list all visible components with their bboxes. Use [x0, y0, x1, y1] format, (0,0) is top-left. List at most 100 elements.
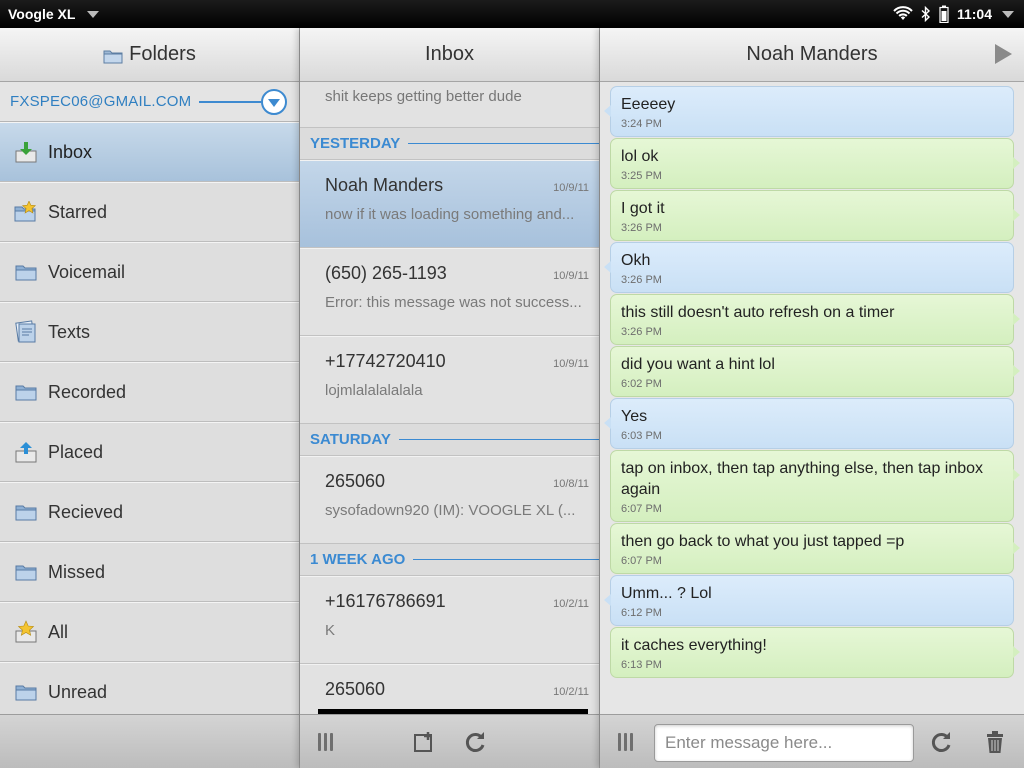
message-date: 10/9/11: [553, 182, 589, 194]
incoming-message-bubble[interactable]: Eeeeey 3:24 PM: [604, 86, 1014, 137]
message-text: Okh: [621, 252, 651, 269]
message-preview: K: [325, 622, 336, 639]
folder-icon: [14, 560, 38, 584]
folder-item-inbox[interactable]: Inbox: [0, 122, 299, 182]
message-list-item[interactable]: 265060 10/2/11: [300, 664, 599, 714]
date-divider: 1 WEEK AGO: [300, 544, 599, 576]
message-list-item[interactable]: 265060 10/8/11 sysofadown920 (IM): VOOGLE …: [300, 456, 599, 544]
message-date: 10/8/11: [553, 478, 589, 490]
message-list-item[interactable]: +16176786691 10/2/11 K: [300, 576, 599, 664]
message-preview: Error: this message was not success...: [325, 294, 582, 311]
folder-item-unread[interactable]: Unread: [0, 662, 299, 722]
message-time: 6:07 PM: [621, 503, 662, 515]
outgoing-message-bubble[interactable]: this still doesn't auto refresh on a tim…: [610, 294, 1020, 345]
folder-list: Inbox Starred Voicemail Texts Recorded Placed…: [0, 122, 299, 722]
refresh-icon: [931, 732, 951, 752]
inbox-pane: Inbox shit keeps getting better dude YES…: [300, 28, 600, 768]
outgoing-message-bubble[interactable]: tap on inbox, then tap anything else, th…: [610, 450, 1020, 522]
folder-label: Voicemail: [48, 261, 126, 282]
conversation-footer: [600, 714, 1024, 768]
message-list-item[interactable]: (650) 265-1193 10/9/11 Error: this message…: [300, 248, 599, 336]
folder-label: All: [48, 621, 69, 642]
message-time: 3:26 PM: [621, 326, 662, 338]
placed-icon: [14, 440, 38, 464]
bluetooth-icon: [921, 6, 931, 22]
message-sender: Noah Manders: [325, 175, 444, 195]
drag-handle[interactable]: [618, 733, 633, 751]
delete-button[interactable]: [982, 729, 1008, 755]
outgoing-message-bubble[interactable]: lol ok 3:25 PM: [610, 138, 1020, 189]
list-item[interactable]: shit keeps getting better dude: [300, 82, 599, 128]
app-menu[interactable]: Voogle XL: [0, 0, 107, 28]
folder-item-recorded[interactable]: Recorded: [0, 362, 299, 422]
chevron-down-icon: [268, 98, 280, 107]
message-date: 10/9/11: [553, 358, 589, 370]
message-text: I got it: [621, 200, 665, 217]
message-list[interactable]: shit keeps getting better dude YESTERDAY…: [300, 82, 599, 714]
folder-item-all[interactable]: All: [0, 602, 299, 662]
message-thread[interactable]: Eeeeey 3:24 PM lol ok 3:25 PM I got it 3:26 P…: [600, 82, 1024, 714]
message-time: 6:03 PM: [621, 430, 662, 442]
message-text: lol ok: [621, 148, 659, 165]
message-list-item[interactable]: +17742720410 10/9/11 lojmlalalalalala: [300, 336, 599, 424]
play-icon[interactable]: [995, 44, 1012, 64]
folder-item-placed[interactable]: Placed: [0, 422, 299, 482]
date-divider: SATURDAY: [300, 424, 599, 456]
message-input[interactable]: [654, 724, 914, 762]
drag-handle[interactable]: [318, 733, 333, 751]
message-date: 10/2/11: [553, 598, 589, 610]
clock: 11:04: [956, 6, 992, 22]
folder-label: Inbox: [48, 141, 93, 162]
message-text: then go back to what you just tapped =p: [621, 533, 905, 550]
folder-label: Recieved: [48, 501, 124, 522]
texts-icon: [14, 320, 38, 344]
app-name: Voogle XL: [8, 6, 76, 22]
system-tray[interactable]: 11:04: [893, 0, 1024, 28]
contact-name: Noah Manders: [746, 43, 878, 65]
message-sender: 265060: [325, 471, 386, 491]
date-label: YESTERDAY: [310, 135, 401, 152]
folder-item-voicemail[interactable]: Voicemail: [0, 242, 299, 302]
message-text: did you want a hint lol: [621, 356, 775, 373]
folder-label: Starred: [48, 201, 108, 222]
message-sender: (650) 265-1193: [325, 263, 447, 283]
all-icon: [14, 620, 38, 644]
message-time: 6:07 PM: [621, 555, 662, 567]
divider: [408, 142, 599, 145]
incoming-message-bubble[interactable]: Okh 3:26 PM: [604, 242, 1014, 293]
message-time: 3:26 PM: [621, 222, 662, 234]
starred-folder-icon: [14, 200, 38, 224]
folder-icon: [14, 380, 38, 404]
message-list-item[interactable]: Noah Manders 10/9/11 now if it was loading…: [300, 160, 599, 248]
message-date: 10/2/11: [553, 686, 589, 698]
account-selector[interactable]: FXSPEC06@GMAIL.COM: [0, 82, 299, 122]
folder-label: Unread: [48, 681, 108, 702]
incoming-message-bubble[interactable]: Umm... ? Lol 6:12 PM: [604, 575, 1014, 626]
folder-label: Missed: [48, 561, 106, 582]
outgoing-message-bubble[interactable]: then go back to what you just tapped =p 6…: [610, 523, 1020, 574]
account-dropdown-button[interactable]: [261, 88, 287, 115]
folder-item-missed[interactable]: Missed: [0, 542, 299, 602]
folder-icon: [14, 500, 38, 524]
message-text: tap on inbox, then tap anything else, th…: [621, 460, 984, 498]
inbox-footer: [300, 714, 599, 768]
outgoing-message-bubble[interactable]: did you want a hint lol 6:02 PM: [610, 346, 1020, 397]
outgoing-message-bubble[interactable]: it caches everything! 6:13 PM: [610, 627, 1020, 678]
message-time: 6:02 PM: [621, 378, 662, 390]
trash-icon: [987, 731, 1003, 753]
folder-item-texts[interactable]: Texts: [0, 302, 299, 362]
folder-item-starred[interactable]: Starred: [0, 182, 299, 242]
refresh-icon: [465, 732, 485, 752]
compose-button[interactable]: [412, 729, 438, 755]
message-preview: lojmlalalalalala: [325, 382, 423, 399]
refresh-button[interactable]: [462, 729, 488, 755]
refresh-button[interactable]: [928, 729, 954, 755]
outgoing-message-bubble[interactable]: I got it 3:26 PM: [610, 190, 1020, 241]
message-preview: shit keeps getting better dude: [325, 88, 522, 105]
folders-footer: [0, 714, 299, 768]
pane-title: Folders: [129, 43, 196, 65]
divider: [398, 438, 599, 441]
message-sender: +16176786691: [325, 591, 446, 611]
folder-item-recieved[interactable]: Recieved: [0, 482, 299, 542]
incoming-message-bubble[interactable]: Yes 6:03 PM: [604, 398, 1014, 449]
